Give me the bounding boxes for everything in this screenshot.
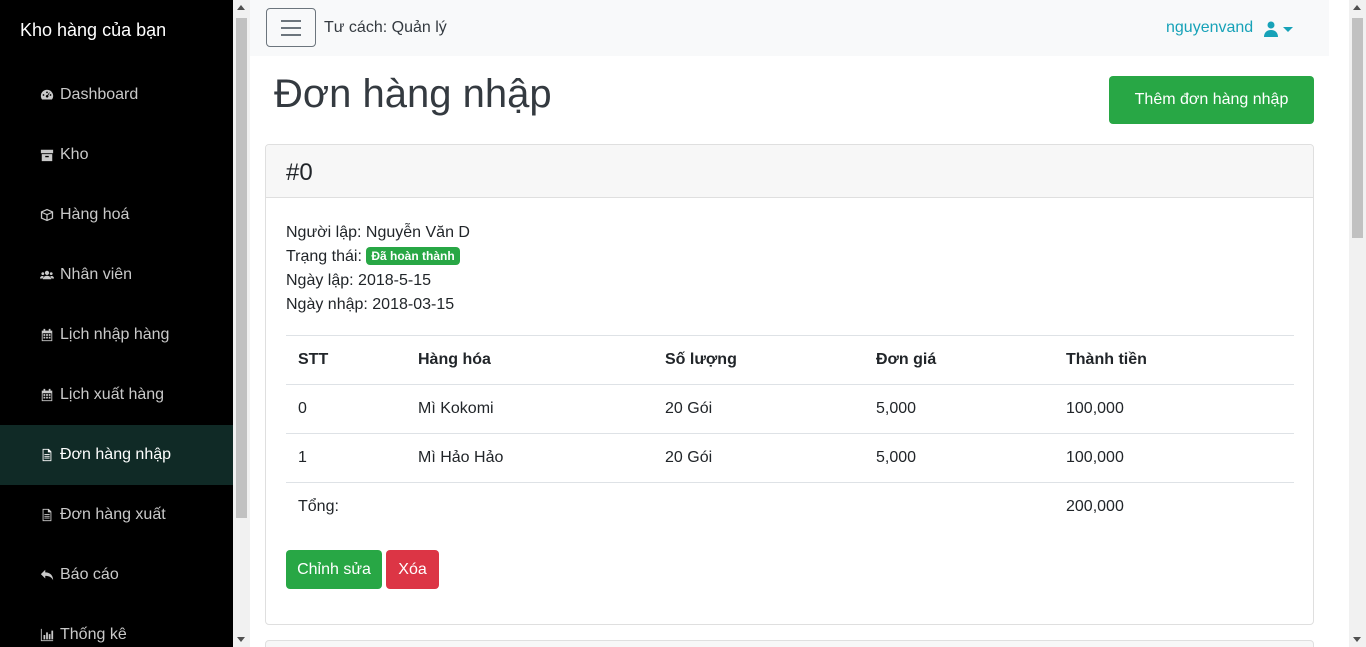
sidebar-scrollbar[interactable]	[233, 0, 250, 647]
sidebar-item-kho[interactable]: Kho	[0, 125, 233, 185]
table-cell: 20 Gói	[653, 384, 864, 434]
created-date-text: Ngày lập: 2018-5-15	[286, 272, 431, 289]
sidebar-item-label: Lịch nhập hàng	[60, 326, 170, 343]
sidebar-item-hang-hoa[interactable]: Hàng hoá	[0, 185, 233, 245]
total-value: 200,000	[1054, 482, 1294, 532]
add-import-order-button[interactable]: Thêm đơn hàng nhập	[1109, 76, 1314, 124]
sidebar-item-label: Đơn hàng xuất	[60, 506, 166, 523]
table-row: 0 Mì Kokomi 20 Gói 5,000 100,000	[286, 384, 1294, 434]
chevron-down-icon	[1283, 26, 1293, 32]
delete-order-button[interactable]: Xóa	[386, 550, 439, 589]
table-row: 1 Mì Hảo Hảo 20 Gói 5,000 100,000	[286, 433, 1294, 483]
hamburger-icon	[281, 19, 301, 22]
sidebar-item-lich-nhap-hang[interactable]: Lịch nhập hàng	[0, 305, 233, 365]
scroll-up-arrow[interactable]	[1353, 5, 1361, 10]
creator-text: Người lập: Nguyễn Văn D	[286, 224, 470, 241]
sidebar-item-lich-xuat-hang[interactable]: Lịch xuất hàng	[0, 365, 233, 425]
menu-toggle-button[interactable]	[266, 8, 316, 47]
sidebar: Kho hàng của bạn Dashboard Kho Hàng hoá …	[0, 0, 233, 647]
file-icon	[40, 448, 54, 462]
sidebar-item-label: Đơn hàng nhập	[60, 446, 172, 463]
scroll-down-arrow[interactable]	[237, 637, 245, 642]
table-cell: 100,000	[1054, 433, 1294, 483]
scrollbar-thumb[interactable]	[1352, 18, 1363, 238]
sidebar-item-label: Thống kê	[60, 626, 127, 643]
column-header: Đơn giá	[864, 335, 1054, 385]
status-row: Trạng thái: Đã hoàn thành	[286, 245, 470, 269]
table-cell: 5,000	[864, 433, 1054, 483]
total-label: Tổng:	[286, 482, 406, 532]
dashboard-icon	[40, 88, 54, 102]
sidebar-item-label: Kho	[60, 146, 89, 163]
sidebar-item-label: Dashboard	[60, 86, 139, 103]
cube-icon	[40, 208, 54, 222]
next-order-card	[265, 640, 1314, 647]
order-id-header: #0	[266, 145, 1313, 198]
order-info: Người lập: Nguyễn Văn D Trạng thái: Đã h…	[286, 221, 470, 317]
status-badge: Đã hoàn thành	[366, 247, 460, 265]
scrollbar-thumb[interactable]	[236, 18, 247, 518]
sidebar-item-label: Nhân viên	[60, 266, 133, 283]
calendar-icon	[40, 328, 54, 342]
column-header: STT	[286, 335, 406, 385]
column-header: Hàng hóa	[406, 335, 653, 385]
sidebar-item-label: Báo cáo	[60, 566, 119, 583]
sidebar-item-thong-ke[interactable]: Thống kê	[0, 605, 233, 647]
reply-icon	[40, 568, 54, 582]
sidebar-item-don-hang-nhap[interactable]: Đơn hàng nhập	[0, 425, 233, 485]
table-cell: 1	[286, 433, 406, 483]
sidebar-item-nhan-vien[interactable]: Nhân viên	[0, 245, 233, 305]
sidebar-item-don-hang-xuat[interactable]: Đơn hàng xuất	[0, 485, 233, 545]
page-title: Đơn hàng nhập	[274, 72, 552, 116]
table-cell: Mì Kokomi	[406, 384, 653, 434]
status-label: Trạng thái:	[286, 248, 362, 265]
table-cell: 20 Gói	[653, 433, 864, 483]
order-card: #0 Người lập: Nguyễn Văn D Trạng thái: Đ…	[265, 144, 1314, 625]
import-date-text: Ngày nhập: 2018-03-15	[286, 296, 455, 313]
total-row: Tổng: 200,000	[286, 482, 1294, 532]
sidebar-item-dashboard[interactable]: Dashboard	[0, 65, 233, 125]
scroll-up-arrow[interactable]	[237, 5, 245, 10]
table-cell: 100,000	[1054, 384, 1294, 434]
order-items-table: STT Hàng hóa Số lượng Đơn giá Thành tiền…	[286, 335, 1294, 532]
users-icon	[40, 268, 54, 282]
brand-title[interactable]: Kho hàng của bạn	[20, 20, 166, 41]
sidebar-item-label: Hàng hoá	[60, 206, 130, 223]
table-cell: 5,000	[864, 384, 1054, 434]
user-menu-dropdown[interactable]	[1264, 19, 1296, 39]
bar-chart-icon	[40, 628, 54, 642]
role-label: Tư cách: Quản lý	[324, 19, 447, 36]
table-cell: Mì Hảo Hảo	[406, 433, 653, 483]
edit-order-button[interactable]: Chỉnh sửa	[286, 550, 382, 589]
archive-icon	[40, 148, 54, 162]
file-icon	[40, 508, 54, 522]
sidebar-item-label: Lịch xuất hàng	[60, 386, 165, 403]
username-link[interactable]: nguyenvand	[1166, 19, 1253, 37]
table-header-row: STT Hàng hóa Số lượng Đơn giá Thành tiền	[286, 335, 1294, 385]
top-navbar: Tư cách: Quản lý nguyenvand	[250, 0, 1329, 56]
user-tie-icon	[1264, 21, 1278, 37]
scroll-down-arrow[interactable]	[1353, 637, 1361, 642]
page-scrollbar[interactable]	[1349, 0, 1366, 647]
column-header: Số lượng	[653, 335, 864, 385]
calendar-icon	[40, 388, 54, 402]
sidebar-item-bao-cao[interactable]: Báo cáo	[0, 545, 233, 605]
table-cell: 0	[286, 384, 406, 434]
column-header: Thành tiền	[1054, 335, 1294, 385]
